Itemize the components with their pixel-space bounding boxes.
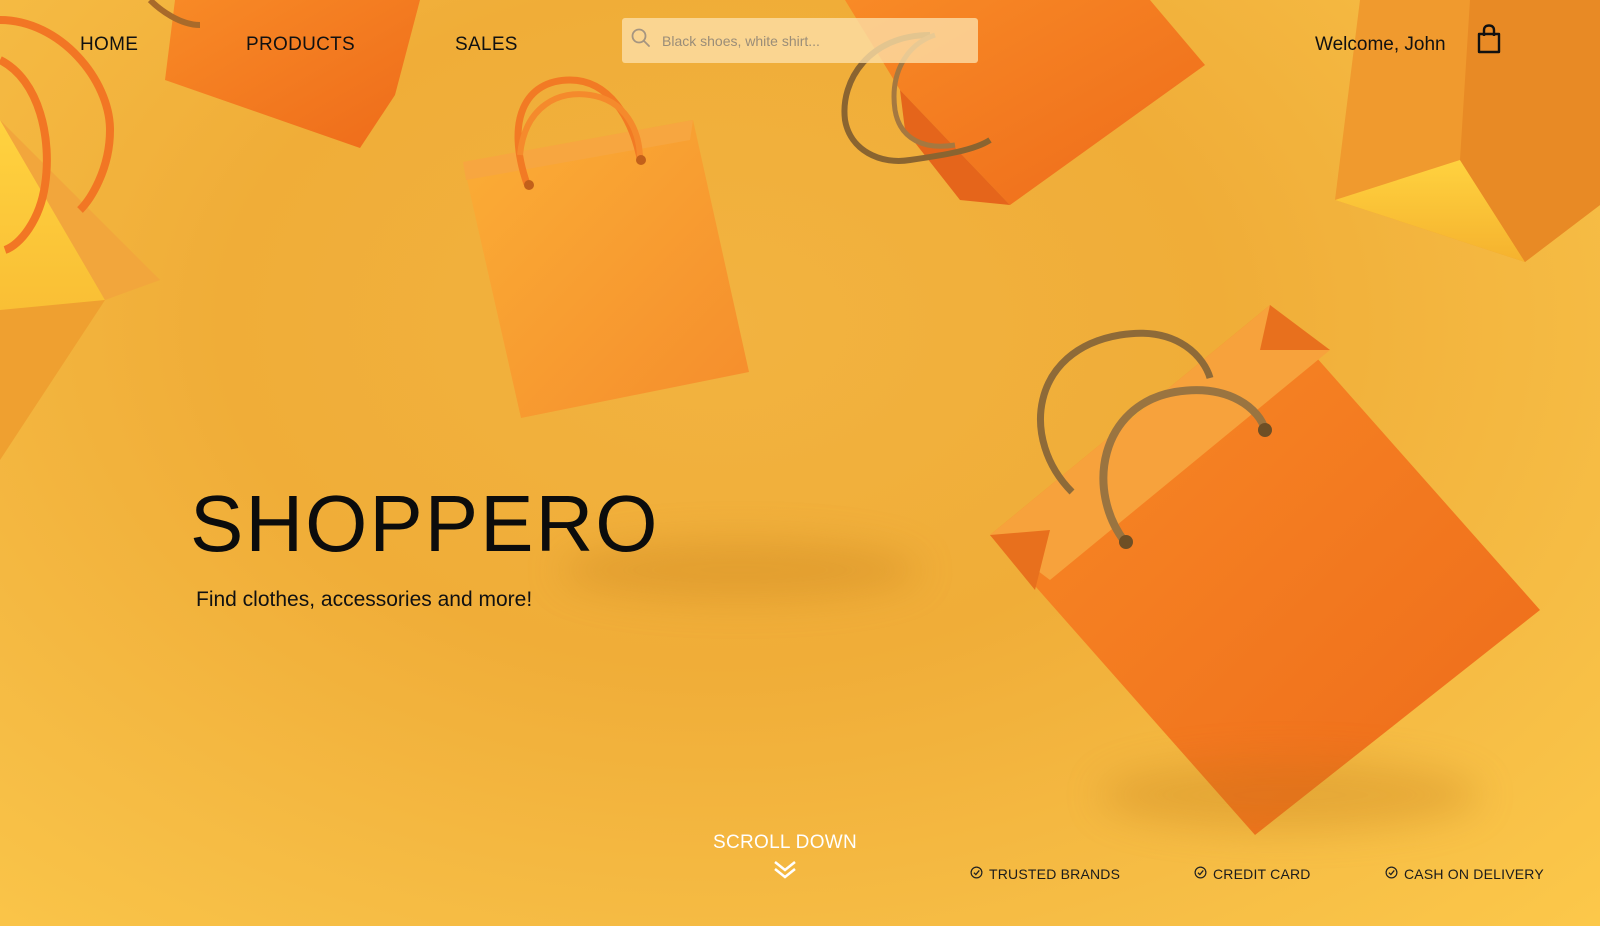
feature-label: CASH ON DELIVERY xyxy=(1404,866,1544,882)
check-circle-icon xyxy=(970,866,989,882)
scroll-down-button[interactable]: SCROLL DOWN xyxy=(705,832,865,880)
feature-credit-card: CREDIT CARD xyxy=(1194,866,1311,882)
hero-tagline: Find clothes, accessories and more! xyxy=(196,588,533,611)
double-chevron-down-icon xyxy=(705,860,865,880)
shopping-bag-icon[interactable] xyxy=(1476,24,1502,59)
feature-cash-on-delivery: CASH ON DELIVERY xyxy=(1385,866,1544,882)
search-bar xyxy=(622,18,978,63)
bag-top-left xyxy=(147,0,420,148)
check-circle-icon xyxy=(1194,866,1213,882)
feature-trusted-brands: TRUSTED BRANDS xyxy=(970,866,1120,882)
search-icon xyxy=(622,27,652,54)
nav-sales-link[interactable]: SALES xyxy=(455,34,518,56)
feature-label: CREDIT CARD xyxy=(1213,866,1311,882)
scroll-down-label: SCROLL DOWN xyxy=(712,832,858,853)
nav-products-link[interactable]: PRODUCTS xyxy=(246,34,355,56)
bag-large-right xyxy=(990,305,1540,835)
bag-left xyxy=(0,16,160,460)
welcome-message: Welcome, John xyxy=(1315,34,1446,55)
feature-label: TRUSTED BRANDS xyxy=(989,866,1121,882)
bag-center xyxy=(463,76,749,418)
brand-title: SHOPPERO xyxy=(190,479,660,568)
nav-home-link[interactable]: HOME xyxy=(80,34,138,56)
hero-background xyxy=(0,0,1600,926)
search-input[interactable] xyxy=(660,31,964,50)
check-circle-icon xyxy=(1385,866,1404,882)
